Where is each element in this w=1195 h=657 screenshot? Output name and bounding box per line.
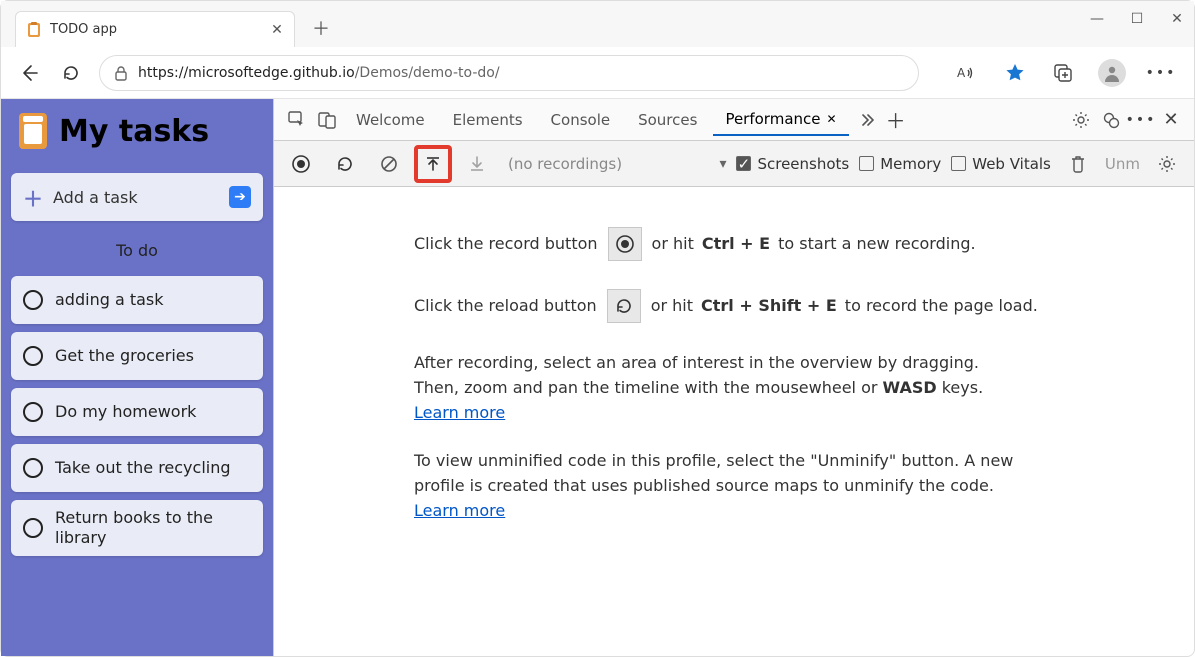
close-devtools-icon[interactable]: ✕ (1158, 107, 1184, 133)
devtools-body: Click the record button or hit Ctrl + E … (274, 187, 1194, 656)
memory-checkbox[interactable]: Memory (859, 155, 941, 173)
favorite-star-icon[interactable] (1002, 60, 1028, 86)
screenshots-checkbox[interactable]: ✓Screenshots (736, 155, 849, 173)
devtools-panel: Welcome Elements Console Sources Perform… (273, 99, 1194, 656)
url-text: https://microsoftedge.github.io/Demos/de… (138, 65, 500, 81)
learn-more-link[interactable]: Learn more (414, 403, 505, 422)
add-tab-icon[interactable]: ＋ (883, 107, 909, 133)
clipboard-icon (19, 113, 47, 149)
close-tab-icon[interactable]: ✕ (827, 112, 837, 126)
perf-settings-gear-icon[interactable] (1150, 147, 1184, 181)
clipboard-favicon (26, 22, 42, 38)
back-button[interactable] (15, 59, 43, 87)
lock-icon (114, 65, 128, 81)
collections-icon[interactable] (1050, 60, 1076, 86)
add-task-label: Add a task (53, 188, 138, 207)
profile-avatar[interactable] (1098, 59, 1126, 87)
task-item[interactable]: Do my homework (11, 388, 263, 436)
reload-icon (607, 289, 641, 323)
task-item[interactable]: Get the groceries (11, 332, 263, 380)
record-instruction: Click the record button or hit Ctrl + E … (414, 227, 1144, 261)
performance-toolbar: (no recordings) ▾ ✓Screenshots Memory We… (274, 141, 1194, 187)
add-task-input[interactable]: ＋ Add a task ➔ (11, 173, 263, 221)
devtools-tab-strip: Welcome Elements Console Sources Perform… (274, 99, 1194, 141)
record-icon (608, 227, 642, 261)
task-item[interactable]: adding a task (11, 276, 263, 324)
task-list: adding a task Get the groceries Do my ho… (11, 276, 263, 556)
app-sidebar: My tasks ＋ Add a task ➔ To do adding a t… (1, 99, 273, 656)
checkbox-icon[interactable] (23, 518, 43, 538)
tab-performance[interactable]: Performance ✕ (713, 104, 848, 136)
browser-tab[interactable]: TODO app ✕ (15, 11, 295, 47)
close-window-button[interactable]: ✕ (1170, 11, 1184, 27)
save-profile-button[interactable] (460, 147, 494, 181)
address-bar: https://microsoftedge.github.io/Demos/de… (1, 47, 1194, 99)
app-header: My tasks (11, 113, 263, 159)
checkbox-icon[interactable] (23, 402, 43, 422)
more-menu-icon[interactable]: ••• (1148, 60, 1174, 86)
task-item[interactable]: Take out the recycling (11, 444, 263, 492)
clear-button[interactable] (372, 147, 406, 181)
app-title: My tasks (59, 114, 209, 149)
checkbox-icon[interactable] (23, 290, 43, 310)
web-vitals-checkbox[interactable]: Web Vitals (951, 155, 1051, 173)
unminify-label: Unm (1105, 155, 1140, 173)
learn-more-link[interactable]: Learn more (414, 501, 505, 520)
feedback-icon[interactable] (1098, 107, 1124, 133)
tab-title: TODO app (50, 22, 262, 37)
read-aloud-icon[interactable]: A (954, 60, 980, 86)
device-toolbar-icon[interactable] (314, 107, 340, 133)
settings-gear-icon[interactable] (1068, 107, 1094, 133)
record-button[interactable] (284, 147, 318, 181)
svg-text:A: A (957, 66, 966, 80)
window-controls: — ☐ ✕ (1090, 11, 1184, 27)
reload-instruction: Click the reload button or hit Ctrl + Sh… (414, 289, 1144, 323)
new-tab-button[interactable]: ＋ (307, 14, 335, 42)
checkbox-icon[interactable] (23, 458, 43, 478)
inspect-element-icon[interactable] (284, 107, 310, 133)
tab-console[interactable]: Console (539, 105, 623, 135)
tab-sources[interactable]: Sources (626, 105, 709, 135)
submit-arrow-icon[interactable]: ➔ (229, 186, 251, 208)
section-title: To do (11, 235, 263, 262)
minimize-button[interactable]: — (1090, 11, 1104, 27)
unminify-instruction: To view unminified code in this profile,… (414, 449, 1024, 523)
more-tabs-icon[interactable] (853, 107, 879, 133)
overview-instruction: After recording, select an area of inter… (414, 351, 1024, 425)
tab-welcome[interactable]: Welcome (344, 105, 437, 135)
dropdown-caret-icon[interactable]: ▾ (719, 156, 726, 172)
browser-tab-bar: TODO app ✕ ＋ — ☐ ✕ (1, 1, 1194, 47)
url-input[interactable]: https://microsoftedge.github.io/Demos/de… (99, 55, 919, 91)
refresh-button[interactable] (57, 59, 85, 87)
kebab-menu-icon[interactable]: ••• (1128, 107, 1154, 133)
tab-close-icon[interactable]: ✕ (270, 22, 284, 38)
recordings-placeholder: (no recordings) (508, 155, 622, 173)
plus-icon: ＋ (23, 183, 43, 212)
load-profile-button[interactable] (416, 147, 450, 181)
tab-elements[interactable]: Elements (441, 105, 535, 135)
checkbox-icon[interactable] (23, 346, 43, 366)
maximize-button[interactable]: ☐ (1130, 11, 1144, 27)
reload-record-button[interactable] (328, 147, 362, 181)
task-item[interactable]: Return books to the library (11, 500, 263, 556)
delete-profile-button[interactable] (1061, 147, 1095, 181)
